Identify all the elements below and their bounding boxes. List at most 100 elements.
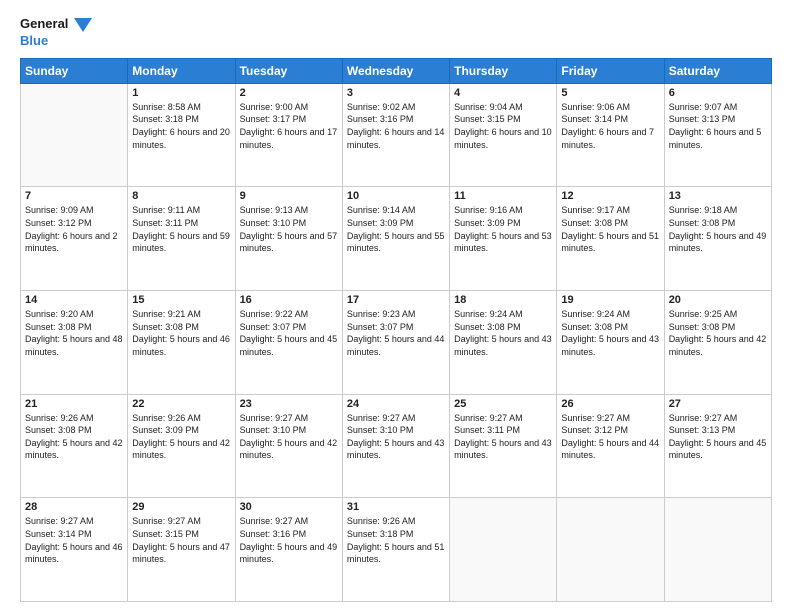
day-info: Sunrise: 9:27 AMSunset: 3:15 PMDaylight:… <box>132 515 230 565</box>
day-number: 26 <box>561 398 659 410</box>
calendar-cell: 1 Sunrise: 8:58 AMSunset: 3:18 PMDaylight… <box>128 83 235 187</box>
logo-triangle-icon <box>74 18 92 32</box>
day-number: 1 <box>132 87 230 99</box>
calendar-cell: 28Sunrise: 9:27 AMSunset: 3:14 PMDayligh… <box>21 498 128 602</box>
day-info: Sunrise: 9:27 AMSunset: 3:10 PMDaylight:… <box>347 412 445 462</box>
day-info: Sunrise: 9:20 AMSunset: 3:08 PMDaylight:… <box>25 308 123 358</box>
calendar-cell: 24 Sunrise: 9:27 AMSunset: 3:10 PMDayligh… <box>342 394 449 498</box>
day-number: 18 <box>454 294 552 306</box>
day-info: Sunrise: 9:16 AMSunset: 3:09 PMDaylight:… <box>454 204 552 254</box>
calendar-cell: 16 Sunrise: 9:22 AMSunset: 3:07 PMDayligh… <box>235 291 342 395</box>
logo: General Blue <box>20 16 92 50</box>
day-info: Sunrise: 9:24 AMSunset: 3:08 PMDaylight:… <box>561 308 659 358</box>
day-number: 19 <box>561 294 659 306</box>
day-number: 15 <box>132 294 230 306</box>
calendar-cell: 31 Sunrise: 9:26 AMSunset: 3:18 PMDayligh… <box>342 498 449 602</box>
day-number: 3 <box>347 87 445 99</box>
weekday-header-row: SundayMondayTuesdayWednesdayThursdayFrid… <box>21 58 772 83</box>
calendar-cell: 18 Sunrise: 9:24 AMSunset: 3:08 PMDayligh… <box>450 291 557 395</box>
day-number: 23 <box>240 398 338 410</box>
logo-wordmark: General Blue <box>20 16 92 50</box>
calendar-cell: 7Sunrise: 9:09 AMSunset: 3:12 PMDaylight… <box>21 187 128 291</box>
day-info: Sunrise: 9:24 AMSunset: 3:08 PMDaylight:… <box>454 308 552 358</box>
calendar-cell: 12 Sunrise: 9:17 AMSunset: 3:08 PMDayligh… <box>557 187 664 291</box>
calendar-cell: 21 Sunrise: 9:26 AMSunset: 3:08 PMDayligh… <box>21 394 128 498</box>
day-number: 2 <box>240 87 338 99</box>
calendar-cell: 4 Sunrise: 9:04 AMSunset: 3:15 PMDaylight… <box>450 83 557 187</box>
day-info: Sunrise: 9:13 AMSunset: 3:10 PMDaylight:… <box>240 204 338 254</box>
weekday-monday: Monday <box>128 58 235 83</box>
day-info: Sunrise: 9:17 AMSunset: 3:08 PMDaylight:… <box>561 204 659 254</box>
calendar-cell: 6 Sunrise: 9:07 AMSunset: 3:13 PMDaylight… <box>664 83 771 187</box>
day-info: Sunrise: 9:04 AMSunset: 3:15 PMDaylight:… <box>454 101 552 151</box>
day-info: Sunrise: 9:27 AMSunset: 3:12 PMDaylight:… <box>561 412 659 462</box>
day-info: Sunrise: 9:27 AMSunset: 3:10 PMDaylight:… <box>240 412 338 462</box>
day-info: Sunrise: 8:58 AMSunset: 3:18 PMDaylight:… <box>132 101 230 151</box>
day-number: 17 <box>347 294 445 306</box>
day-info: Sunrise: 9:02 AMSunset: 3:16 PMDaylight:… <box>347 101 445 151</box>
day-info: Sunrise: 9:06 AMSunset: 3:14 PMDaylight:… <box>561 101 659 151</box>
day-number: 10 <box>347 190 445 202</box>
day-info: Sunrise: 9:26 AMSunset: 3:09 PMDaylight:… <box>132 412 230 462</box>
calendar-container: General Blue SundayMondayTuesdayWednesda… <box>0 0 792 612</box>
week-row-5: 28Sunrise: 9:27 AMSunset: 3:14 PMDayligh… <box>21 498 772 602</box>
day-number: 28 <box>25 501 123 513</box>
calendar-cell <box>557 498 664 602</box>
calendar-cell: 14Sunrise: 9:20 AMSunset: 3:08 PMDayligh… <box>21 291 128 395</box>
calendar-cell <box>664 498 771 602</box>
day-number: 4 <box>454 87 552 99</box>
weekday-thursday: Thursday <box>450 58 557 83</box>
day-number: 5 <box>561 87 659 99</box>
day-number: 29 <box>132 501 230 513</box>
calendar-cell: 15 Sunrise: 9:21 AMSunset: 3:08 PMDayligh… <box>128 291 235 395</box>
day-info: Sunrise: 9:00 AMSunset: 3:17 PMDaylight:… <box>240 101 338 151</box>
day-number: 27 <box>669 398 767 410</box>
day-number: 16 <box>240 294 338 306</box>
day-number: 9 <box>240 190 338 202</box>
day-number: 22 <box>132 398 230 410</box>
day-number: 11 <box>454 190 552 202</box>
calendar-cell: 23 Sunrise: 9:27 AMSunset: 3:10 PMDayligh… <box>235 394 342 498</box>
day-info: Sunrise: 9:26 AMSunset: 3:18 PMDaylight:… <box>347 515 445 565</box>
day-number: 21 <box>25 398 123 410</box>
calendar-table: SundayMondayTuesdayWednesdayThursdayFrid… <box>20 58 772 602</box>
day-number: 30 <box>240 501 338 513</box>
day-number: 7 <box>25 190 123 202</box>
calendar-cell: 11 Sunrise: 9:16 AMSunset: 3:09 PMDayligh… <box>450 187 557 291</box>
day-number: 6 <box>669 87 767 99</box>
day-info: Sunrise: 9:14 AMSunset: 3:09 PMDaylight:… <box>347 204 445 254</box>
day-info: Sunrise: 9:27 AMSunset: 3:16 PMDaylight:… <box>240 515 338 565</box>
logo-blue: Blue <box>20 33 48 48</box>
day-info: Sunrise: 9:21 AMSunset: 3:08 PMDaylight:… <box>132 308 230 358</box>
day-info: Sunrise: 9:23 AMSunset: 3:07 PMDaylight:… <box>347 308 445 358</box>
calendar-cell <box>21 83 128 187</box>
day-info: Sunrise: 9:26 AMSunset: 3:08 PMDaylight:… <box>25 412 123 462</box>
calendar-cell: 20Sunrise: 9:25 AMSunset: 3:08 PMDayligh… <box>664 291 771 395</box>
weekday-wednesday: Wednesday <box>342 58 449 83</box>
day-info: Sunrise: 9:11 AMSunset: 3:11 PMDaylight:… <box>132 204 230 254</box>
day-info: Sunrise: 9:27 AMSunset: 3:13 PMDaylight:… <box>669 412 767 462</box>
calendar-cell: 10 Sunrise: 9:14 AMSunset: 3:09 PMDayligh… <box>342 187 449 291</box>
day-info: Sunrise: 9:07 AMSunset: 3:13 PMDaylight:… <box>669 101 767 151</box>
calendar-cell: 25Sunrise: 9:27 AMSunset: 3:11 PMDayligh… <box>450 394 557 498</box>
day-number: 12 <box>561 190 659 202</box>
weekday-saturday: Saturday <box>664 58 771 83</box>
calendar-cell: 29 Sunrise: 9:27 AMSunset: 3:15 PMDayligh… <box>128 498 235 602</box>
calendar-cell: 27 Sunrise: 9:27 AMSunset: 3:13 PMDayligh… <box>664 394 771 498</box>
calendar-cell: 5 Sunrise: 9:06 AMSunset: 3:14 PMDaylight… <box>557 83 664 187</box>
header: General Blue <box>20 16 772 50</box>
calendar-cell: 22 Sunrise: 9:26 AMSunset: 3:09 PMDayligh… <box>128 394 235 498</box>
weekday-tuesday: Tuesday <box>235 58 342 83</box>
calendar-cell: 8Sunrise: 9:11 AMSunset: 3:11 PMDaylight… <box>128 187 235 291</box>
day-info: Sunrise: 9:25 AMSunset: 3:08 PMDaylight:… <box>669 308 767 358</box>
day-number: 24 <box>347 398 445 410</box>
calendar-cell: 26 Sunrise: 9:27 AMSunset: 3:12 PMDayligh… <box>557 394 664 498</box>
calendar-cell: 13Sunrise: 9:18 AMSunset: 3:08 PMDayligh… <box>664 187 771 291</box>
day-info: Sunrise: 9:22 AMSunset: 3:07 PMDaylight:… <box>240 308 338 358</box>
calendar-cell: 9 Sunrise: 9:13 AMSunset: 3:10 PMDaylight… <box>235 187 342 291</box>
day-info: Sunrise: 9:18 AMSunset: 3:08 PMDaylight:… <box>669 204 767 254</box>
day-number: 31 <box>347 501 445 513</box>
week-row-2: 7Sunrise: 9:09 AMSunset: 3:12 PMDaylight… <box>21 187 772 291</box>
calendar-cell: 30 Sunrise: 9:27 AMSunset: 3:16 PMDayligh… <box>235 498 342 602</box>
calendar-cell: 2 Sunrise: 9:00 AMSunset: 3:17 PMDaylight… <box>235 83 342 187</box>
